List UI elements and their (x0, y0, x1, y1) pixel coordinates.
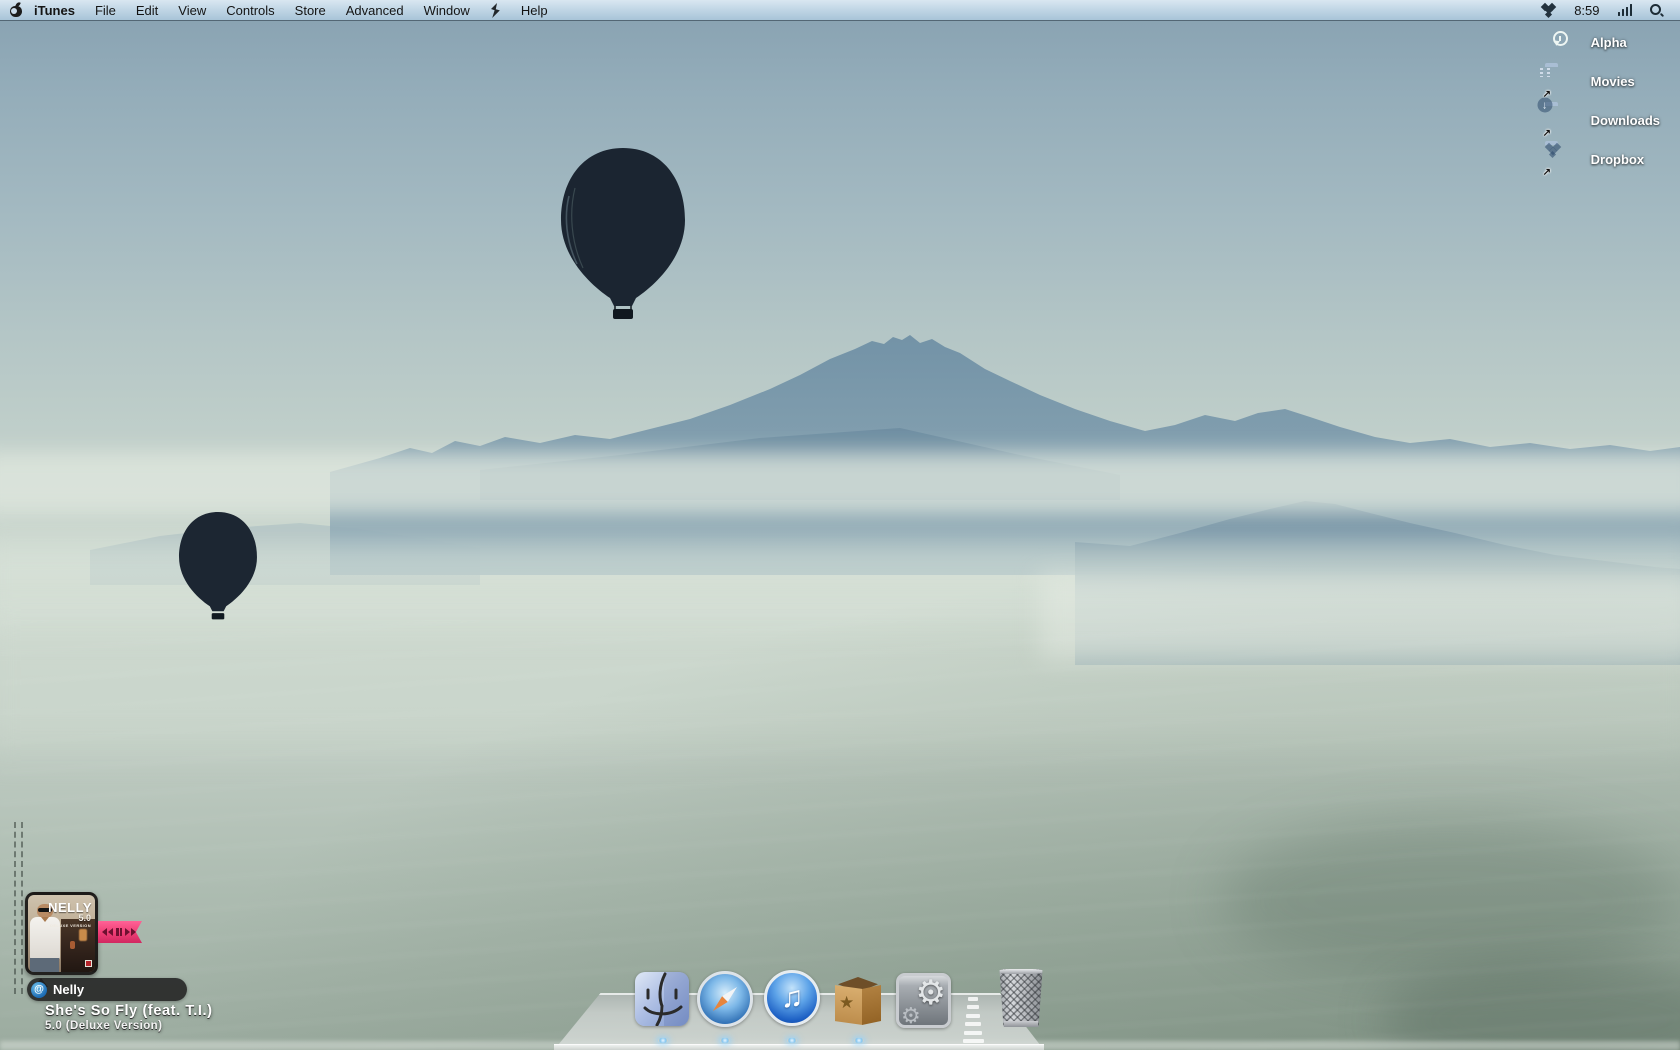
signal-bars-icon (1617, 4, 1632, 16)
desktop: iTunes File Edit View Controls Store Adv… (0, 0, 1680, 1050)
now-playing-widget: NELLY 5.0 DELUXE VERSION @ Nelly She's S… (0, 815, 260, 1050)
running-indicator-finder (658, 1038, 668, 1043)
movies-folder-icon: ↗ (1543, 66, 1579, 100)
dock-shelf-front (554, 1044, 1044, 1050)
star-icon: ★ (839, 993, 855, 1012)
running-indicator-itunes (787, 1038, 797, 1043)
desktop-icon-dropbox[interactable]: ↗ Dropbox (1542, 142, 1660, 178)
menu-help[interactable]: Help (511, 0, 558, 20)
lightning-bolt-icon (490, 2, 500, 18)
menu-store[interactable]: Store (285, 0, 336, 20)
menu-bar: iTunes File Edit View Controls Store Adv… (0, 0, 1680, 21)
hot-air-balloon-large (561, 148, 685, 319)
itunes-icon: ♫ (764, 970, 820, 1026)
alias-arrow-icon: ↗ (1542, 128, 1552, 139)
perforation-line (21, 822, 23, 994)
dropbox-folder-icon: ↗ (1542, 142, 1579, 178)
pause-button[interactable] (116, 928, 122, 936)
icon-label: Alpha (1590, 35, 1627, 50)
at-badge-icon: @ (31, 981, 47, 998)
album-art-caption: DELUXE VERSION (50, 923, 91, 928)
dock-separator-crosswalk (960, 997, 986, 1043)
menu-itunes[interactable]: iTunes (24, 0, 85, 20)
gears-icon: ⚙ ⚙ (896, 973, 951, 1028)
menu-clock[interactable]: 8:59 (1567, 0, 1606, 20)
desktop-icon-column: Alpha ↗ Movies ↓ ↗ Downloads ↗ Dropbox (1537, 27, 1660, 178)
artist-name: Nelly (53, 982, 85, 997)
running-indicator-boxcar (854, 1038, 864, 1043)
album-art[interactable]: NELLY 5.0 DELUXE VERSION (25, 892, 98, 975)
rewind-button[interactable] (102, 928, 113, 936)
dock-trash[interactable] (998, 969, 1046, 1029)
desktop-icon-movies[interactable]: ↗ Movies (1543, 66, 1660, 100)
advisory-badge (85, 960, 92, 967)
menu-edit[interactable]: Edit (126, 0, 168, 20)
menu-window[interactable]: Window (414, 0, 480, 20)
finder-icon (635, 972, 689, 1026)
fast-forward-button[interactable] (125, 928, 136, 936)
dock-safari[interactable] (697, 971, 753, 1027)
dropbox-icon (1540, 2, 1557, 18)
music-note-icon: ♫ (780, 981, 804, 1014)
apple-logo-icon (10, 1, 22, 17)
desktop-icon-downloads[interactable]: ↓ ↗ Downloads (1537, 97, 1660, 139)
running-indicator-safari (720, 1038, 730, 1043)
dock-itunes[interactable]: ♫ (764, 970, 820, 1026)
dropbox-menu-extra[interactable] (1534, 0, 1563, 20)
album-art-subtitle: 5.0 (78, 913, 91, 923)
icon-label: Movies (1590, 74, 1635, 89)
cardboard-box-icon: ★ (831, 973, 885, 1027)
dock-finder[interactable] (635, 972, 691, 1028)
dock-system-preferences[interactable]: ⚙ ⚙ (896, 973, 952, 1029)
hot-air-balloon-small (179, 511, 257, 620)
time-machine-drive-icon (1545, 27, 1579, 58)
alias-arrow-icon: ↗ (1542, 167, 1552, 178)
signal-menu-extra[interactable] (1611, 0, 1640, 20)
trash-basket-icon (999, 969, 1043, 1027)
playback-ribbon (98, 921, 142, 943)
icon-label: Downloads (1590, 113, 1660, 128)
menu-advanced[interactable]: Advanced (336, 0, 414, 20)
album-title: 5.0 (Deluxe Version) (45, 1020, 163, 1032)
apple-menu[interactable] (0, 0, 24, 20)
script-menu[interactable] (480, 0, 511, 20)
desktop-icon-alpha[interactable]: Alpha (1545, 27, 1660, 58)
track-title: She's So Fly (feat. T.I.) (45, 1003, 213, 1019)
icon-label: Dropbox (1590, 152, 1645, 167)
menu-file[interactable]: File (85, 0, 126, 20)
menu-controls[interactable]: Controls (216, 0, 284, 20)
dock: ♫ ★ ⚙ ⚙ (540, 965, 1050, 1050)
menu-view[interactable]: View (168, 0, 216, 20)
safari-compass-icon (697, 971, 753, 1027)
artist-pill: @ Nelly (27, 978, 187, 1001)
perforation-line (14, 822, 16, 994)
spotlight-menu-extra[interactable] (1643, 0, 1670, 20)
downloads-folder-icon: ↓ ↗ (1537, 97, 1579, 139)
dock-boxcar[interactable]: ★ (831, 973, 887, 1029)
spotlight-search-icon (1650, 3, 1665, 17)
